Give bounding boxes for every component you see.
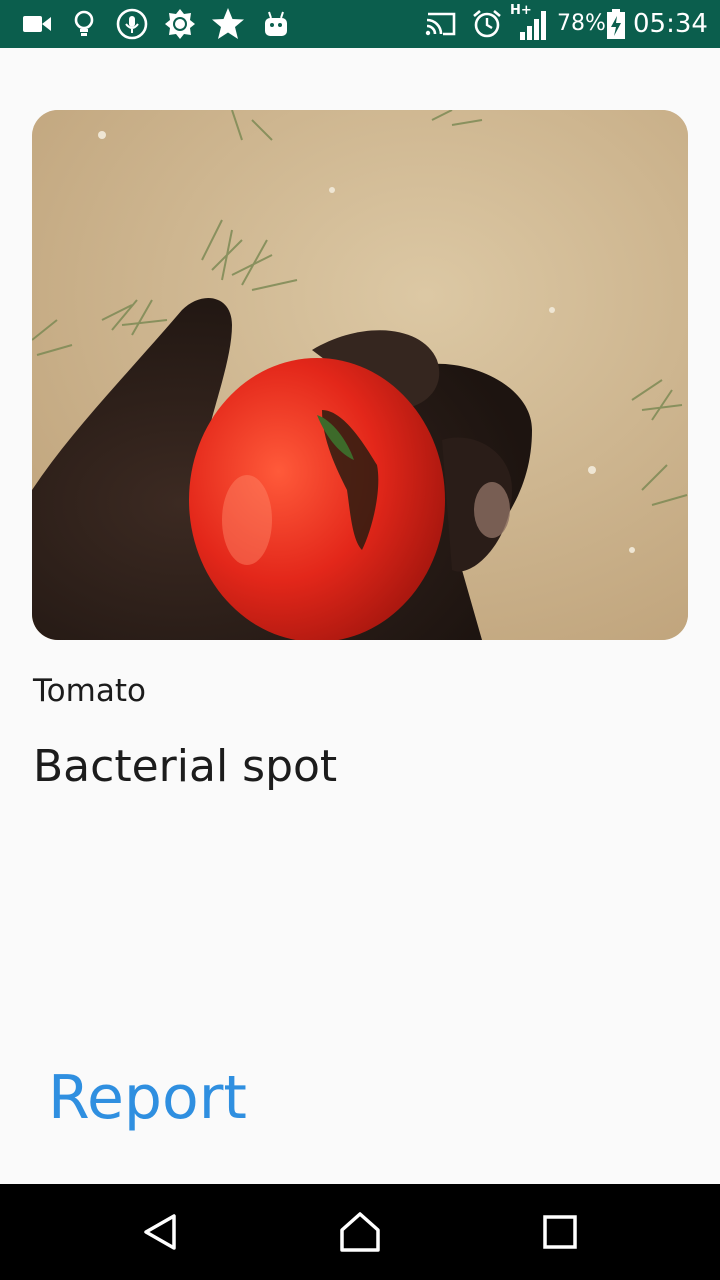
star-icon	[210, 8, 246, 40]
cast-icon	[424, 8, 458, 40]
brightness-icon	[164, 8, 196, 40]
microphone-icon	[116, 8, 148, 40]
report-button[interactable]: Report	[48, 1058, 247, 1138]
battery-percent: 78%	[557, 11, 606, 36]
disease-name: Bacterial spot	[33, 741, 338, 792]
status-bar: H+ 78% 05:34	[0, 0, 720, 48]
navigation-bar	[0, 1184, 720, 1280]
signal-icon	[518, 8, 550, 40]
recents-icon[interactable]	[532, 1204, 588, 1260]
video-camera-icon	[22, 8, 52, 40]
battery-charging-icon	[606, 8, 626, 40]
android-icon	[263, 8, 289, 40]
tomato-photo	[32, 110, 688, 640]
home-icon[interactable]	[332, 1204, 388, 1260]
lightbulb-icon	[72, 8, 96, 40]
alarm-icon	[471, 8, 503, 40]
crop-name: Tomato	[33, 673, 146, 709]
back-icon[interactable]	[132, 1204, 188, 1260]
clock: 05:34	[633, 9, 708, 39]
